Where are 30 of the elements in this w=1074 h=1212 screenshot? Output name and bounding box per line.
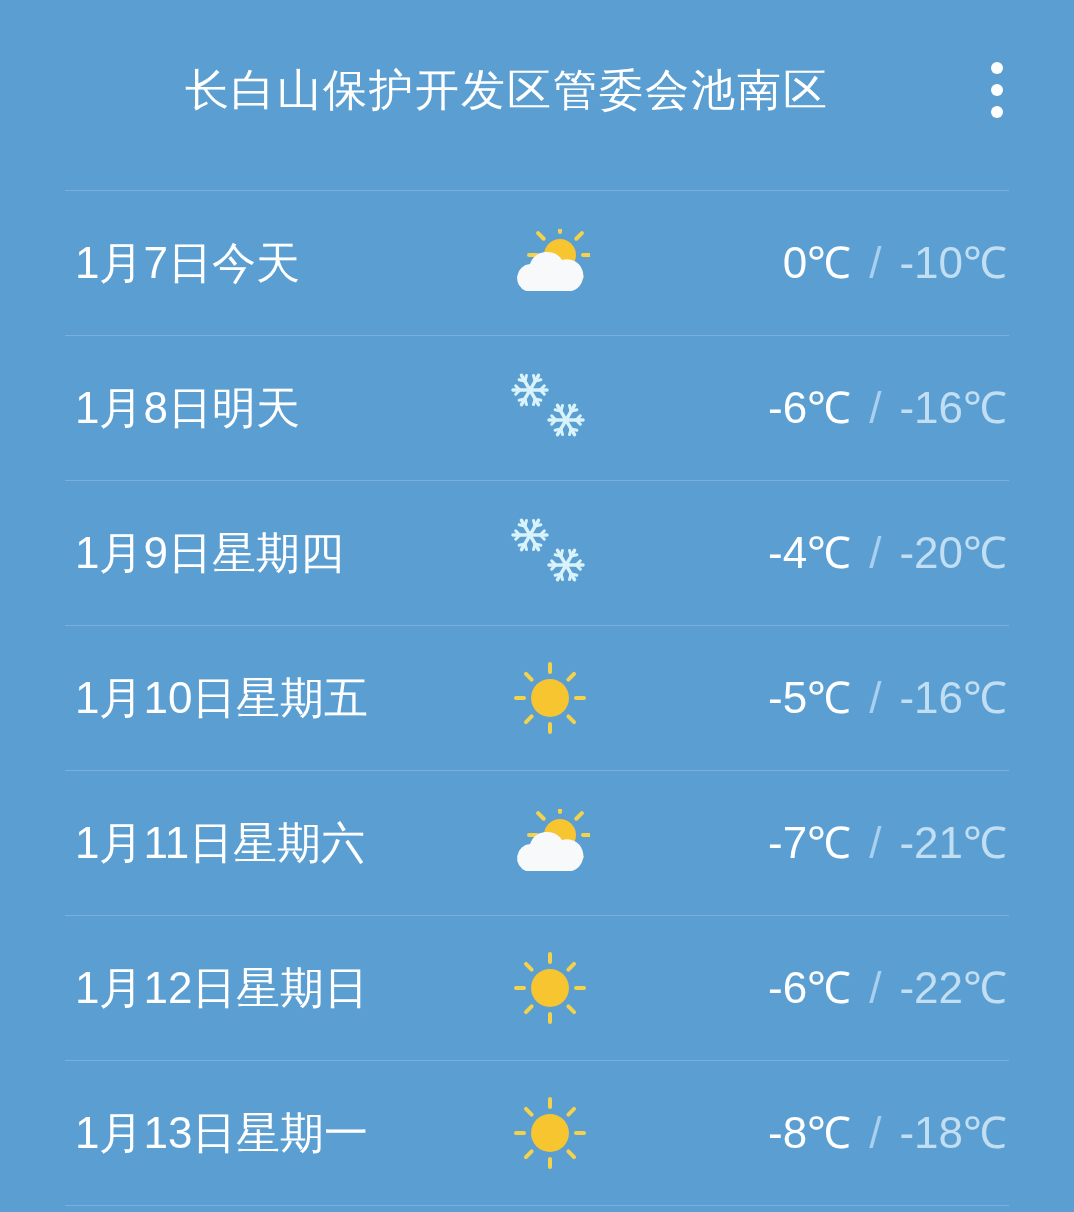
low-temperature: -21℃	[899, 821, 1007, 865]
low-temperature: -22℃	[899, 966, 1007, 1010]
high-temperature: -8℃	[768, 1111, 852, 1155]
high-temperature: -6℃	[768, 966, 852, 1010]
separator: /	[869, 386, 882, 430]
separator: /	[869, 241, 882, 285]
forecast-date: 1月8日明天	[75, 386, 301, 430]
high-temperature: -5℃	[768, 676, 852, 720]
high-temperature: -6℃	[768, 386, 852, 430]
forecast-date: 1月13日星期一	[75, 1111, 370, 1155]
separator: /	[869, 1111, 882, 1155]
separator: /	[869, 676, 882, 720]
location-title: 长白山保护开发区管委会池南区	[185, 68, 830, 112]
more-menu-icon[interactable]	[990, 61, 1004, 119]
separator: /	[869, 531, 882, 575]
low-temperature: -10℃	[899, 241, 1007, 285]
high-temperature: 0℃	[782, 241, 852, 285]
low-temperature: -18℃	[899, 1111, 1007, 1155]
low-temperature: -16℃	[899, 386, 1007, 430]
forecast-date: 1月7日今天	[75, 241, 301, 285]
forecast-date: 1月12日星期日	[75, 966, 370, 1010]
forecast-date: 1月11日星期六	[75, 821, 367, 865]
low-temperature: -20℃	[899, 531, 1007, 575]
separator: /	[869, 821, 882, 865]
high-temperature: -4℃	[768, 531, 852, 575]
forecast-date: 1月10日星期五	[75, 676, 370, 720]
forecast-date: 1月9日星期四	[75, 531, 345, 575]
separator: /	[869, 966, 882, 1010]
low-temperature: -16℃	[899, 676, 1007, 720]
high-temperature: -7℃	[768, 821, 852, 865]
